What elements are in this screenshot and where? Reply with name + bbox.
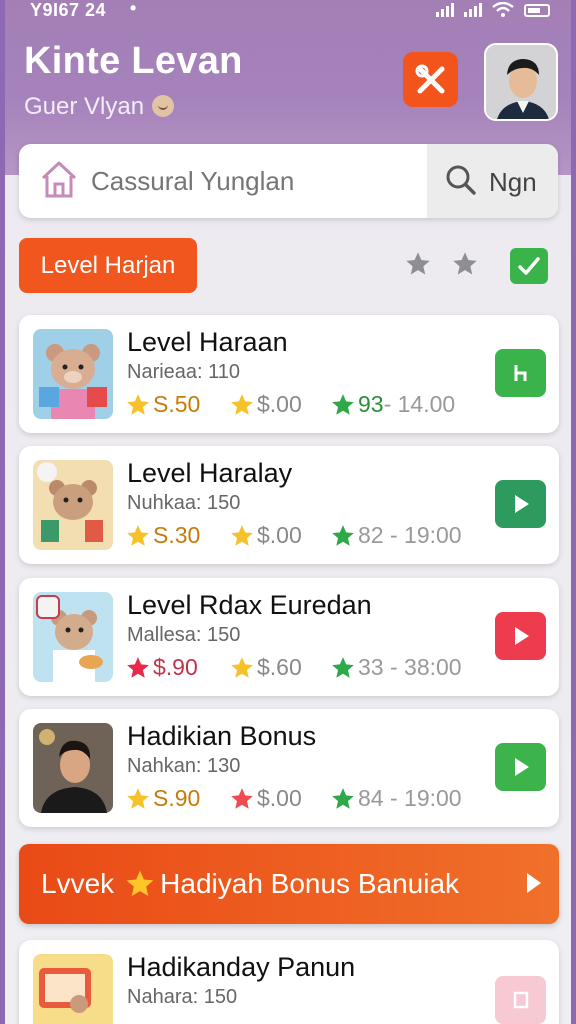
list-item[interactable]: Level Rdax Euredan Mallesa: 150 $.90 $.6… [19, 578, 559, 696]
bear-reading-thumbnail [33, 329, 113, 419]
banner-text: Hadiyah Bonus Banuiak [160, 868, 460, 899]
level-tag[interactable]: Level Harjan [19, 238, 197, 293]
bookmark-icon [513, 991, 528, 1009]
card-title: Level Haralay [127, 458, 293, 488]
card-meta: Mallesa: 150 [127, 624, 241, 646]
gold-star-icon [127, 393, 149, 415]
play-icon [514, 495, 529, 513]
bookmark-button[interactable] [495, 349, 546, 397]
tools-icon [415, 64, 444, 93]
green-star-icon [332, 656, 354, 678]
red-star-icon [231, 787, 253, 809]
check-button[interactable] [510, 248, 548, 284]
bookmark-icon [514, 365, 526, 381]
signal-2-icon [464, 3, 482, 17]
tools-button[interactable] [403, 52, 458, 107]
gold-star-icon [231, 656, 253, 678]
user-photo-icon [486, 45, 556, 119]
stat-b-value: $.00 [257, 391, 302, 417]
search-input[interactable] [91, 144, 441, 218]
stat-score: 84 - 19:00 [330, 785, 462, 812]
card-meta: Nahara: 150 [127, 986, 238, 1008]
stat-b-value: $.00 [257, 785, 302, 811]
gold-star-icon [231, 524, 253, 546]
smiley-icon [152, 95, 175, 117]
stat-price: $.00 [229, 391, 302, 418]
green-star-icon [332, 787, 354, 809]
wifi-icon [492, 2, 514, 17]
play-button[interactable] [495, 612, 546, 660]
banner-star-icon [126, 870, 154, 896]
stat-coins: S.90 [125, 785, 200, 812]
list-item[interactable]: Level Haraan Narieaa: 110 S.50 $.00 93 -… [19, 315, 559, 433]
search-button-label: Ngn [489, 167, 537, 197]
stat-score: 33 - 38:00 [330, 654, 462, 681]
play-icon [514, 758, 529, 776]
list-item[interactable]: Hadikanday Panun Nahara: 150 [19, 940, 559, 1024]
avatar[interactable] [484, 43, 558, 121]
star-icon[interactable] [404, 250, 432, 278]
app-title: Kinte Levan [24, 40, 243, 82]
stat-coins: $.90 [125, 654, 198, 681]
list-item[interactable]: Level Haralay Nuhkaa: 150 S.30 $.00 82 -… [19, 446, 559, 564]
stat-c-value: 82 - 19:00 [358, 522, 462, 548]
chevron-right-icon [527, 873, 541, 893]
subtitle-text: Guer Vlyan [24, 93, 145, 120]
stat-a-value: S.30 [153, 522, 201, 548]
green-star-icon [332, 393, 354, 415]
red-star-icon [127, 656, 149, 678]
card-title: Hadikanday Panun [127, 952, 356, 982]
play-button[interactable] [495, 480, 546, 528]
search-bar[interactable]: Ngn [19, 144, 558, 218]
stat-price: $.00 [229, 522, 302, 549]
search-icon [446, 165, 476, 195]
stat-a-value: $.90 [153, 654, 198, 680]
gold-star-icon [127, 787, 149, 809]
stat-score: 82 - 19:00 [330, 522, 462, 549]
stat-coins: S.50 [125, 391, 200, 418]
green-star-icon [332, 524, 354, 546]
stat-a-value: S.50 [153, 391, 201, 417]
bonus-banner[interactable]: Lvvek Hadiyah Bonus Banuiak [19, 844, 559, 924]
status-dot: • [130, 0, 137, 18]
battery-icon [524, 3, 550, 17]
card-title: Level Rdax Euredan [127, 590, 372, 620]
card-title: Hadikian Bonus [127, 721, 317, 751]
list-item[interactable]: Hadikian Bonus Nahkan: 130 S.90 $.00 84 … [19, 709, 559, 827]
search-button[interactable]: Ngn [427, 144, 558, 218]
stat-b-value: $.60 [257, 654, 302, 680]
play-icon [514, 627, 529, 645]
signal-icon [436, 3, 454, 17]
stat-c-value: - 14.00 [383, 391, 456, 417]
bookmark-button[interactable] [495, 976, 546, 1024]
gold-star-icon [231, 393, 253, 415]
card-meta: Nuhkaa: 150 [127, 492, 241, 514]
stat-price: $.60 [229, 654, 302, 681]
check-icon [518, 257, 540, 275]
card-meta: Narieaa: 110 [127, 361, 241, 383]
bear-food-thumbnail [33, 592, 113, 682]
card-meta: Nahkan: 130 [127, 755, 241, 777]
person-photo-thumbnail [33, 723, 113, 813]
home-icon[interactable] [39, 158, 79, 202]
status-time: Y9I67 24 [30, 0, 107, 20]
star-icon[interactable] [451, 250, 479, 278]
stat-b-value: $.00 [257, 522, 302, 548]
stat-score: 93 - 14.00 [330, 391, 455, 418]
status-bar: Y9I67 24 • [0, 0, 576, 22]
bear-cups-thumbnail [33, 460, 113, 550]
banner-prefix: Lvvek [41, 868, 115, 899]
stat-c-value: 84 - 19:00 [358, 785, 462, 811]
card-title: Level Haraan [127, 327, 288, 357]
gold-star-icon [127, 524, 149, 546]
stat-coins: S.30 [125, 522, 200, 549]
stat-c-highlight: 93 [358, 391, 384, 417]
stat-c-value: 33 - 38:00 [358, 654, 462, 680]
status-icons [436, 2, 550, 18]
app-subtitle: Guer Vlyan [24, 93, 175, 121]
play-button[interactable] [495, 743, 546, 791]
stat-price: $.00 [229, 785, 302, 812]
bear-laptop-thumbnail [33, 954, 113, 1024]
stat-a-value: S.90 [153, 785, 201, 811]
